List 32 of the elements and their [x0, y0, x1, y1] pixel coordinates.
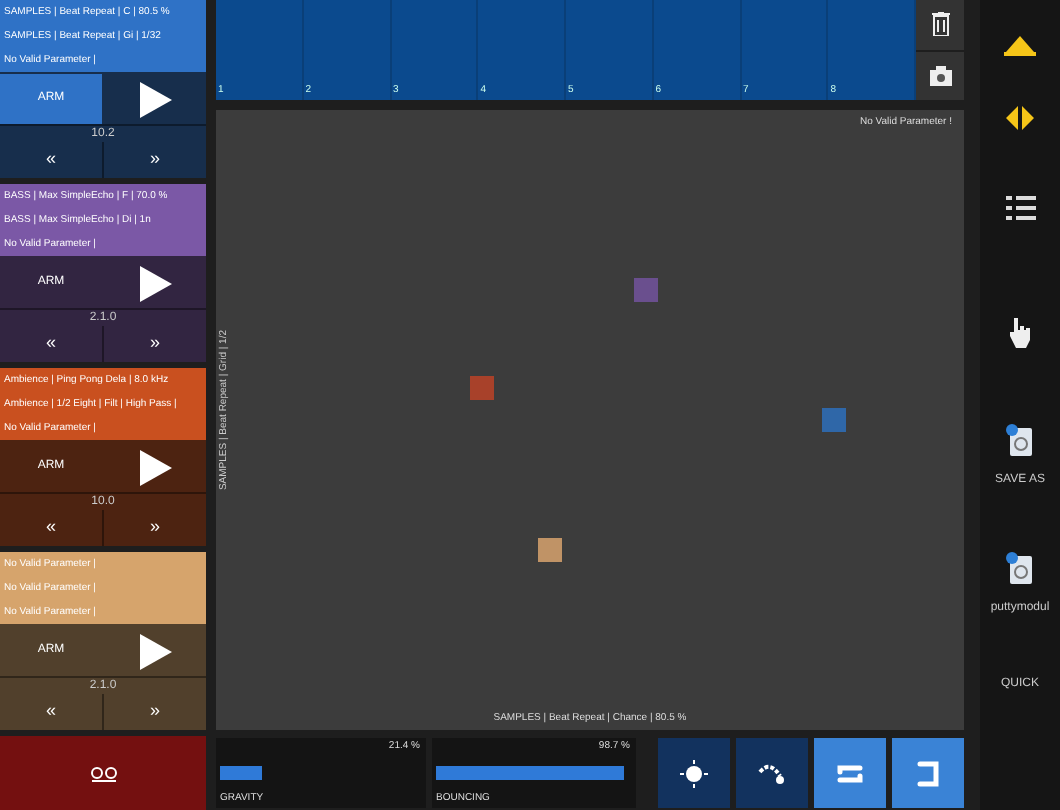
- document-icon[interactable]: [1006, 551, 1034, 583]
- left-right-icon[interactable]: [1004, 106, 1036, 130]
- trash-button[interactable]: [916, 0, 964, 49]
- forward-button[interactable]: »: [102, 694, 206, 730]
- forward-button[interactable]: »: [102, 510, 206, 546]
- mode-button[interactable]: [736, 738, 808, 808]
- document-icon[interactable]: [1006, 423, 1034, 455]
- rewind-button[interactable]: «: [0, 694, 102, 730]
- cube-marker[interactable]: [470, 376, 495, 401]
- forward-button[interactable]: »: [102, 326, 206, 362]
- camera-icon: [929, 65, 951, 86]
- curve-icon: [758, 759, 786, 787]
- tape-icon: [89, 765, 117, 781]
- camera-button[interactable]: [916, 51, 964, 100]
- hand-pointer-icon[interactable]: [1008, 316, 1032, 348]
- return-icon: [914, 759, 942, 787]
- rewind-button[interactable]: «: [0, 142, 102, 178]
- mode-button[interactable]: [658, 738, 730, 808]
- sun-icon: [680, 759, 708, 787]
- play-icon[interactable]: [139, 81, 171, 117]
- cube-marker[interactable]: [537, 537, 562, 562]
- play-icon[interactable]: [139, 449, 171, 485]
- trash-icon: [931, 12, 949, 37]
- cube-marker[interactable]: [634, 277, 659, 302]
- cube-marker[interactable]: [821, 407, 846, 432]
- rewind-button[interactable]: «: [0, 510, 102, 546]
- triangle-up-icon[interactable]: [1002, 34, 1038, 58]
- forward-button[interactable]: »: [102, 142, 206, 178]
- list-icon[interactable]: [1005, 196, 1035, 220]
- play-icon[interactable]: [139, 633, 171, 669]
- rewind-button[interactable]: «: [0, 326, 102, 362]
- play-icon[interactable]: [139, 265, 171, 301]
